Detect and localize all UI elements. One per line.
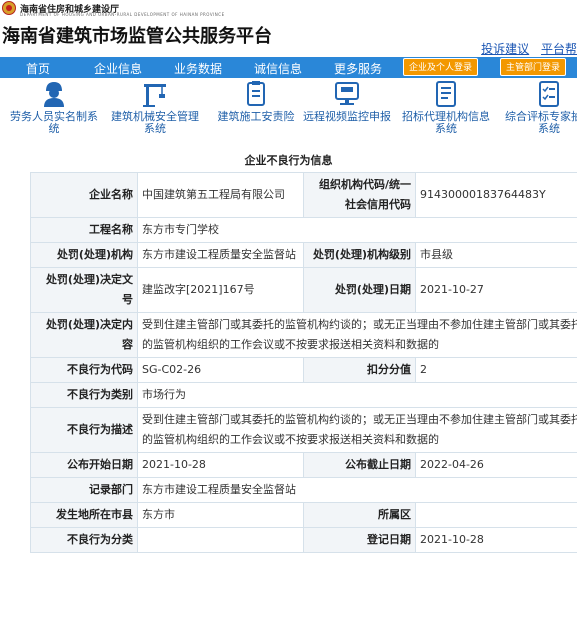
- tile-labor-realname[interactable]: 劳务人员实名制系统: [5, 80, 103, 135]
- decision-date-label: 处罚(处理)日期: [303, 267, 416, 313]
- table-row: 处罚(处理)机构 东方市建设工程质量安全监督站 处罚(处理)机构级别 市县级: [30, 242, 577, 268]
- register-date-label: 登记日期: [303, 527, 416, 553]
- table-row: 处罚(处理)决定内容 受到住建主管部门或其委托的监管机构约谈的；或无正当理由不参…: [30, 312, 577, 358]
- publish-start-label: 公布开始日期: [30, 452, 138, 478]
- tile-label: 综合评标专家抽取系统: [505, 110, 577, 135]
- tile-expert-selection[interactable]: 综合评标专家抽取系统: [500, 80, 577, 135]
- table-row: 不良行为分类 登记日期 2021-10-28: [30, 527, 577, 553]
- bad-behavior-table: 企业名称 中国建筑第五工程局有限公司 组织机构代码/统一社会信用代码 91430…: [30, 172, 577, 553]
- decision-no-value: 建监改字[2021]167号: [137, 267, 304, 313]
- table-row: 处罚(处理)决定文号 建监改字[2021]167号 处罚(处理)日期 2021-…: [30, 267, 577, 313]
- behavior-type-label: 不良行为类别: [30, 382, 138, 408]
- behavior-code-value: SG-C02-26: [137, 357, 304, 383]
- behavior-desc-value: 受到住建主管部门或其委托的监管机构约谈的；或无正当理由不参加住建主管部门或其委托…: [137, 407, 577, 453]
- tile-label: 建筑机械安全管理系统: [111, 110, 199, 135]
- decision-date-value: 2021-10-27: [415, 267, 577, 313]
- record-dept-label: 记录部门: [30, 477, 138, 503]
- tile-bidding-agency[interactable]: 招标代理机构信息系统: [397, 80, 495, 135]
- site-title: 海南省建筑市场监管公共服务平台: [2, 26, 272, 47]
- company-name-value: 中国建筑第五工程局有限公司: [137, 172, 304, 218]
- deduction-value: 2: [415, 357, 577, 383]
- table-row: 不良行为描述 受到住建主管部门或其委托的监管机构约谈的；或无正当理由不参加住建主…: [30, 407, 577, 453]
- agency-label: 处罚(处理)机构: [30, 242, 138, 268]
- crane-icon: [143, 84, 166, 107]
- decision-no-label: 处罚(处理)决定文号: [30, 267, 138, 313]
- company-name-label: 企业名称: [30, 172, 138, 218]
- agency-value: 东方市建设工程质量安全监督站: [137, 242, 304, 268]
- org-code-label: 组织机构代码/统一社会信用代码: [303, 172, 416, 218]
- checklist-icon: [539, 81, 559, 107]
- tile-label: 劳务人员实名制系统: [10, 110, 98, 135]
- platform-help-link[interactable]: 平台帮: [541, 42, 577, 56]
- worker-icon: [44, 82, 64, 107]
- project-label: 工程名称: [30, 217, 138, 243]
- behavior-desc-label: 不良行为描述: [30, 407, 138, 453]
- nav-home[interactable]: 首页: [26, 60, 50, 77]
- insurance-doc-icon: [247, 81, 265, 106]
- nav-company-info[interactable]: 企业信息: [94, 60, 142, 77]
- decision-content-value: 受到住建主管部门或其委托的监管机构约谈的；或无正当理由不参加住建主管部门或其委托…: [137, 312, 577, 358]
- company-login-button[interactable]: 企业及个人登录: [403, 58, 479, 76]
- behavior-code-label: 不良行为代码: [30, 357, 138, 383]
- publish-end-value: 2022-04-26: [415, 452, 577, 478]
- org-name-en: DEPARTMENT OF HOUSING AND URBAN-RURAL DE…: [20, 12, 225, 17]
- top-header: 海南省住房和城乡建设厅 DEPARTMENT OF HOUSING AND UR…: [0, 0, 577, 18]
- table-row: 不良行为类别 市场行为: [30, 382, 577, 408]
- tile-remote-video[interactable]: 远程视频监控申报: [298, 80, 396, 123]
- city-label: 发生地所在市县: [30, 502, 138, 528]
- tile-construction-insurance[interactable]: 建筑施工安责险: [207, 80, 305, 123]
- deduction-label: 扣分分值: [303, 357, 416, 383]
- project-value: 东方市专门学校: [137, 217, 577, 243]
- decision-content-label: 处罚(处理)决定内容: [30, 312, 138, 358]
- table-row: 记录部门 东方市建设工程质量安全监督站: [30, 477, 577, 503]
- district-value: [415, 502, 577, 528]
- city-value: 东方市: [137, 502, 304, 528]
- emblem-icon: [2, 1, 16, 15]
- tile-label: 建筑施工安责险: [217, 110, 295, 123]
- table-row: 发生地所在市县 东方市 所属区: [30, 502, 577, 528]
- tile-label: 招标代理机构信息系统: [402, 110, 490, 135]
- org-code-value: 91430000183764483Y: [415, 172, 577, 218]
- table-row: 公布开始日期 2021-10-28 公布截止日期 2022-04-26: [30, 452, 577, 478]
- table-row: 工程名称 东方市专门学校: [30, 217, 577, 243]
- admin-login-button[interactable]: 主管部门登录: [500, 58, 567, 76]
- behavior-type-value: 市场行为: [137, 382, 577, 408]
- category-label: 不良行为分类: [30, 527, 138, 553]
- nav-more-services[interactable]: 更多服务: [334, 60, 382, 77]
- document-list-icon: [436, 81, 456, 107]
- complaint-link[interactable]: 投诉建议: [481, 42, 529, 56]
- nav-credit-info[interactable]: 诚信信息: [254, 60, 302, 77]
- tile-machinery-safety[interactable]: 建筑机械安全管理系统: [106, 80, 204, 135]
- section-title: 企业不良行为信息: [244, 154, 333, 167]
- table-row: 不良行为代码 SG-C02-26 扣分分值 2: [30, 357, 577, 383]
- table-row: 企业名称 中国建筑第五工程局有限公司 组织机构代码/统一社会信用代码 91430…: [30, 172, 577, 218]
- service-tiles: 劳务人员实名制系统 建筑机械安全管理系统 建筑施工安责险 远程视频监控申报 招标…: [0, 80, 577, 140]
- publish-start-value: 2021-10-28: [137, 452, 304, 478]
- top-links: 投诉建议 平台帮: [473, 40, 577, 57]
- agency-level-label: 处罚(处理)机构级别: [303, 242, 416, 268]
- monitor-icon: [335, 82, 359, 105]
- category-value: [137, 527, 304, 553]
- district-label: 所属区: [303, 502, 416, 528]
- tile-label: 远程视频监控申报: [303, 110, 391, 123]
- agency-level-value: 市县级: [415, 242, 577, 268]
- nav-business-data[interactable]: 业务数据: [174, 60, 222, 77]
- publish-end-label: 公布截止日期: [303, 452, 416, 478]
- main-nav: 首页 企业信息 业务数据 诚信信息 更多服务 企业及个人登录 主管部门登录: [0, 57, 577, 78]
- register-date-value: 2021-10-28: [415, 527, 577, 553]
- record-dept-value: 东方市建设工程质量安全监督站: [137, 477, 577, 503]
